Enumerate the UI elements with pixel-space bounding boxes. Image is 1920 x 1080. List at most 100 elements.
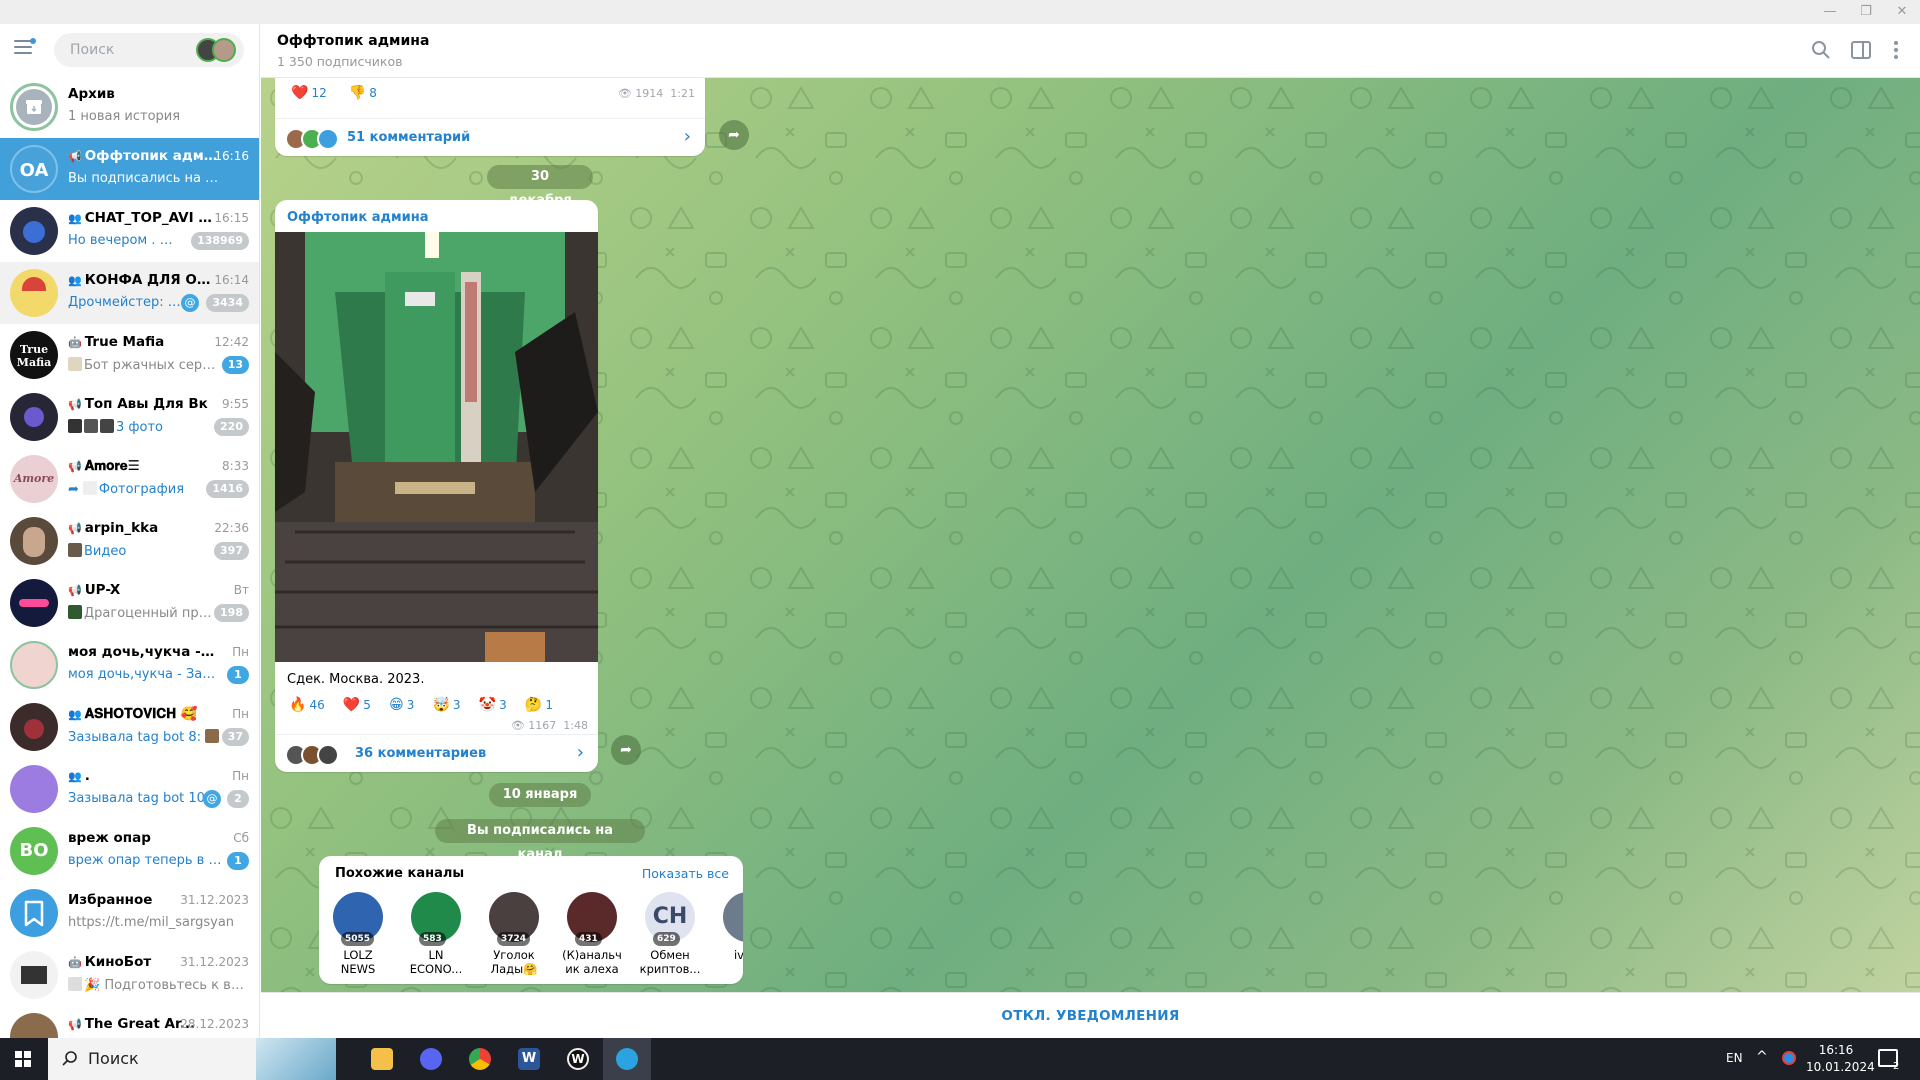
reactions-row: ❤️ 12 👎 8 — [285, 82, 389, 104]
channel-name: (К)анальч ик алеха — [562, 948, 622, 976]
chat-item[interactable]: 📢 The Great Ar... 28.12.2023 — [0, 1006, 259, 1038]
chat-avatar: True Mafia — [10, 331, 58, 379]
reaction-chip[interactable]: 🤯 3 — [426, 694, 466, 716]
search-placeholder: Поиск — [70, 42, 115, 58]
chat-preview: Но вечером . та... — [68, 233, 178, 248]
sidebar-toggle-icon[interactable] — [1850, 39, 1872, 61]
chrome-app[interactable] — [456, 1038, 504, 1080]
message-author[interactable]: Оффтопик админа — [287, 210, 429, 225]
chat-preview: Драгоценный про... — [68, 605, 218, 621]
chat-name: 📢 UP-X — [68, 582, 121, 598]
start-button[interactable] — [0, 1038, 46, 1080]
similar-channel[interactable]: 3724 Уголок Лады🤗 — [483, 892, 545, 976]
chat-avatar — [10, 393, 58, 441]
share-icon[interactable]: ➦ — [611, 735, 641, 765]
more-icon[interactable] — [1885, 39, 1907, 61]
taskbar-search[interactable]: Поиск — [48, 1038, 336, 1080]
chat-avatar — [10, 207, 58, 255]
restore-button[interactable]: ❐ — [1848, 0, 1884, 24]
reaction-chip[interactable]: ❤️ 12 — [285, 82, 333, 104]
mute-notifications-button[interactable]: ОТКЛ. УВЕДОМЛЕНИЯ — [261, 992, 1920, 1038]
chat-item[interactable]: ВО вреж опар Сб вреж опар теперь в Tel..… — [0, 820, 259, 882]
chat-item-archive[interactable]: Архив 1 новая история — [0, 76, 259, 138]
channel-avatar — [723, 892, 743, 942]
message-bubble: ❤️ 12 👎 8 👁 1914 1:21 51 комментарий › — [275, 78, 705, 156]
reaction-chip[interactable]: 🤡 3 — [473, 694, 513, 716]
clock-time[interactable]: 16:16 — [1806, 1043, 1866, 1057]
search-icon — [62, 1051, 77, 1066]
menu-icon[interactable] — [14, 38, 36, 60]
chat-item[interactable]: 👥КОНФА ДЛЯ ОБЩ... 16:14 Дрочмейстер: Та.… — [0, 262, 259, 324]
similar-channel[interactable]: 431 (К)анальч ик алеха — [561, 892, 623, 976]
chat-item[interactable]: 👥. Пн Зазывала tag bot 10: @ 2 — [0, 758, 259, 820]
discord-icon — [420, 1048, 442, 1070]
reaction-chip[interactable]: ❤️ 5 — [337, 694, 377, 716]
date-separator: 30 декабря — [487, 165, 593, 208]
reaction-chip[interactable]: 😁 3 — [383, 694, 420, 716]
bot-icon: 🤖 — [68, 956, 82, 969]
chat-name: 📢 arpin_kka — [68, 520, 159, 536]
reaction-chip[interactable]: 👎 8 — [343, 82, 383, 104]
commenter-avatar — [317, 744, 339, 766]
channel-title[interactable]: Оффтопик админа — [277, 33, 429, 49]
chevron-right-icon: › — [576, 742, 584, 763]
stories-avatars[interactable] — [196, 36, 240, 64]
show-all-link[interactable]: Показать все — [642, 866, 729, 881]
chat-item-saved[interactable]: Избранное 31.12.2023 https://t.me/mil_sa… — [0, 882, 259, 944]
chat-item[interactable]: 🤖 КиноБот 31.12.2023 🎉 Подготовьтесь к во… — [0, 944, 259, 1006]
comments-link[interactable]: 51 комментарий › — [275, 118, 705, 156]
file-explorer-app[interactable] — [358, 1038, 406, 1080]
preview-thumbnail — [68, 977, 82, 991]
channel-icon: 📢 — [68, 460, 82, 473]
reaction-chip[interactable]: 🤔 1 — [519, 694, 559, 716]
word-app[interactable]: W — [505, 1038, 553, 1080]
chat-item[interactable]: 👥 𝐀𝐒𝐇𝐎𝐓𝐎𝐕𝐈𝐂𝐇 🥰 Пн Зазывала tag bot 8: 37 — [0, 696, 259, 758]
tray-app-icon[interactable] — [1782, 1051, 1796, 1065]
similar-channel[interactable]: 5055 LOLZ NEWS — [327, 892, 389, 976]
chat-time: Сб — [233, 831, 249, 845]
share-icon[interactable]: ➦ — [719, 120, 749, 150]
message-photo[interactable] — [275, 232, 598, 662]
app-w[interactable]: W — [554, 1038, 602, 1080]
story-avatar[interactable] — [212, 38, 236, 62]
chat-item[interactable]: 👥CHAT_TOP_AVI Об... 16:15 Но вечером . т… — [0, 200, 259, 262]
preview-thumbnail — [68, 605, 82, 619]
similar-channel[interactable]: CH 629 Обмен криптов... — [639, 892, 701, 976]
similar-channel[interactable]: 583 LN ECONO... — [405, 892, 467, 976]
discord-app[interactable] — [407, 1038, 455, 1080]
chat-item[interactable]: True Mafia 🤖 True Mafia 12:42 Бот ржачных … — [0, 324, 259, 386]
chat-header: Оффтопик админа 1 350 подписчиков — [261, 24, 1920, 78]
chat-item[interactable]: Amore 📢 𝐀𝐦𝐨𝐫𝐞☰ 8:33 ➦ Фотография 1416 — [0, 448, 259, 510]
chat-item[interactable]: моя дочь,чукча - Зари... Пн моя дочь,чук… — [0, 634, 259, 696]
unread-badge: 1416 — [206, 480, 249, 498]
group-icon: 👥 — [68, 708, 82, 721]
chat-preview: моя дочь,чукча - Зарин... — [68, 667, 223, 682]
search-icon[interactable] — [1810, 39, 1832, 61]
comments-link[interactable]: 36 комментариев › — [275, 734, 598, 772]
chat-name: 👥 𝐀𝐒𝐇𝐎𝐓𝐎𝐕𝐈𝐂𝐇 🥰 — [68, 706, 198, 722]
chat-time: Пн — [232, 707, 249, 721]
channel-avatar: 583 — [411, 892, 461, 946]
message-meta: 👁 1914 1:21 — [617, 87, 695, 100]
language-indicator[interactable]: EN — [1726, 1051, 1743, 1065]
reaction-chip[interactable]: 🔥 46 — [283, 694, 331, 716]
chat-avatar — [10, 517, 58, 565]
chat-time: Вт — [233, 583, 249, 597]
preview-thumbnail — [68, 543, 82, 557]
chevron-up-icon[interactable]: ^ — [1756, 1049, 1768, 1065]
chat-time: 12:42 — [214, 335, 249, 349]
subscriber-count: 5055 — [341, 932, 375, 946]
telegram-app[interactable] — [603, 1038, 651, 1080]
chat-item[interactable]: 📢 Топ Авы Для Вк 9:55 3 фото 220 — [0, 386, 259, 448]
chat-item[interactable]: 📢 arpin_kka 22:36 Видео 397 — [0, 510, 259, 572]
similar-channel[interactable]: iva... — [717, 892, 743, 962]
chat-item-offtopic[interactable]: OA 📢 Оффтопик админа 16:16 Вы подписались… — [0, 138, 259, 200]
clock-date[interactable]: 10.01.2024 — [1806, 1060, 1875, 1074]
close-button[interactable]: ✕ — [1884, 0, 1920, 24]
commenter-avatar — [317, 128, 339, 150]
chat-avatar — [10, 1013, 58, 1038]
chat-item[interactable]: 📢 UP-X Вт Драгоценный про... 198 — [0, 572, 259, 634]
minimize-button[interactable]: — — [1812, 0, 1848, 24]
search-input[interactable]: Поиск — [54, 33, 244, 67]
chat-name: Архив — [68, 86, 115, 102]
